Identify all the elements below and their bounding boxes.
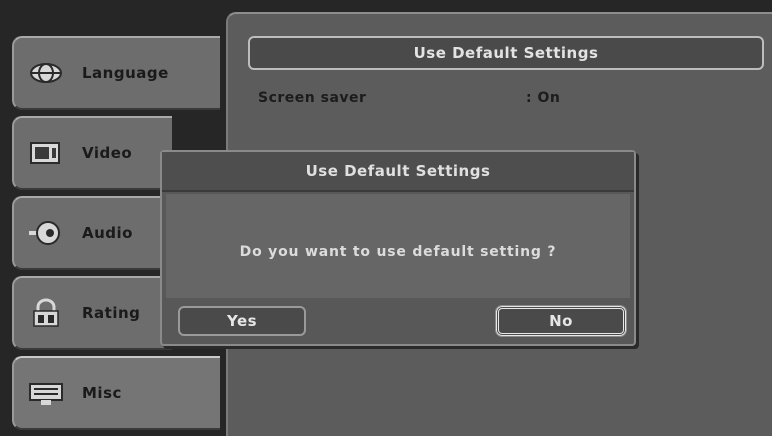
panel-title: Use Default Settings xyxy=(248,36,764,70)
dialog-title: Use Default Settings xyxy=(162,152,634,192)
sidebar-item-label: Video xyxy=(82,144,133,162)
default-settings-dialog: Use Default Settings Do you want to use … xyxy=(160,150,636,346)
sidebar-item-video[interactable]: Video xyxy=(12,116,172,190)
yes-button[interactable]: Yes xyxy=(178,306,306,336)
dialog-body: Do you want to use default setting ? xyxy=(166,194,630,298)
sidebar-item-language[interactable]: Language xyxy=(12,36,220,110)
no-button[interactable]: No xyxy=(495,305,627,337)
setting-label-screen-saver[interactable]: Screen saver xyxy=(258,90,366,106)
language-icon xyxy=(30,63,62,83)
setting-value-screen-saver: : On xyxy=(526,90,561,106)
sidebar-item-misc[interactable]: Misc xyxy=(12,356,220,430)
sidebar-item-rating[interactable]: Rating xyxy=(12,276,172,350)
rating-lock-icon xyxy=(33,298,59,327)
dvd-setup-screen: Use Default Settings Screen saver : On L… xyxy=(0,0,772,436)
misc-icon xyxy=(29,383,63,405)
dialog-message: Do you want to use default setting ? xyxy=(239,244,557,260)
video-icon xyxy=(30,142,60,164)
sidebar-item-label: Audio xyxy=(82,224,133,242)
sidebar-item-label: Rating xyxy=(82,304,141,322)
sidebar-item-label: Misc xyxy=(82,384,122,402)
sidebar-item-label: Language xyxy=(82,64,169,82)
audio-icon xyxy=(29,221,60,245)
sidebar-item-audio[interactable]: Audio xyxy=(12,196,172,270)
